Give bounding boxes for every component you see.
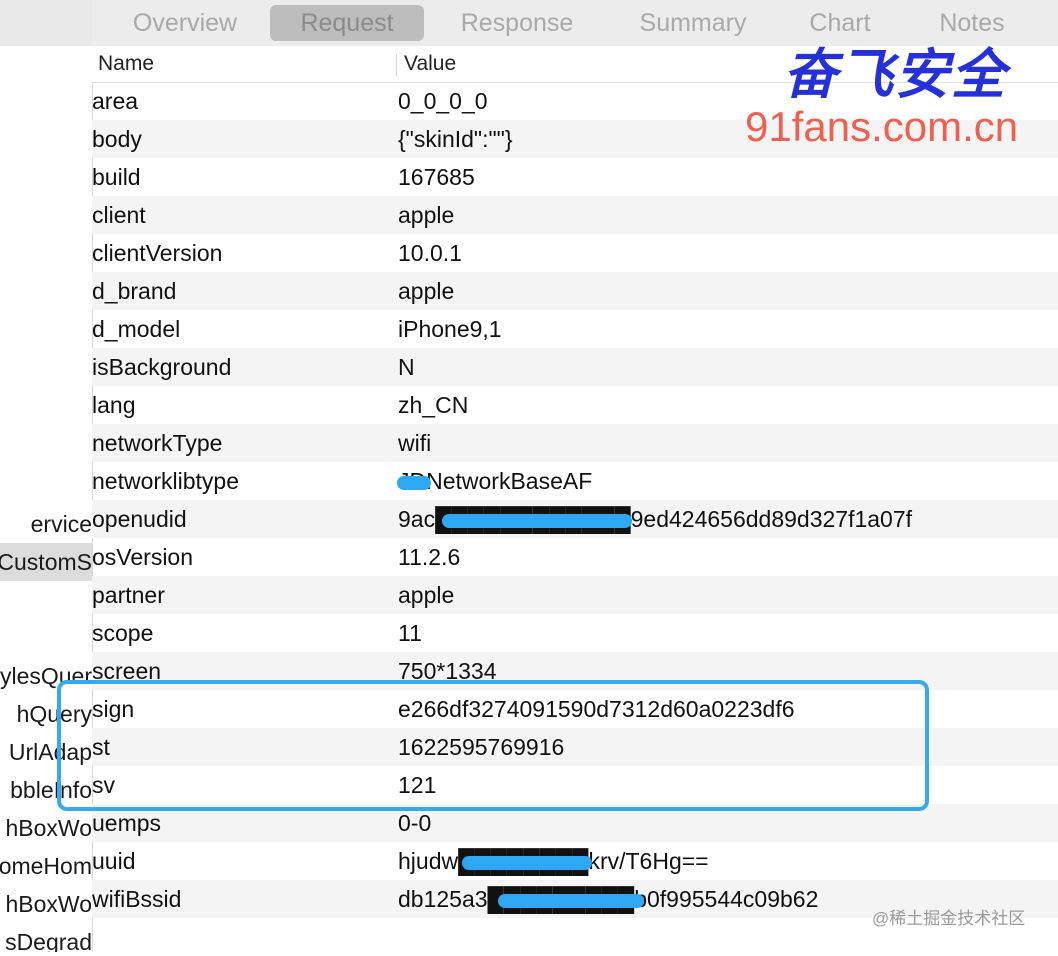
column-header-value[interactable]: Value <box>404 46 456 82</box>
request-list-item[interactable]: hBoxWo <box>0 885 92 923</box>
request-list-item[interactable]: sDegrad <box>0 923 92 952</box>
param-value: 11 <box>398 620 422 646</box>
param-name: scope <box>92 620 154 646</box>
param-name: d_brand <box>92 278 177 304</box>
param-name: lang <box>92 392 136 418</box>
param-value: apple <box>398 202 455 228</box>
param-name: client <box>92 202 146 228</box>
param-name: area <box>92 88 139 114</box>
table-row[interactable]: clientVersion 10.0.1 <box>92 234 1058 272</box>
brand-watermark-url: 91fans.com.cn <box>745 103 1019 150</box>
param-name: openudid <box>92 506 187 532</box>
table-row[interactable]: scope 11 <box>92 614 1058 652</box>
footer-watermark: @稀土掘金技术社区 <box>872 909 1026 928</box>
redaction-mark <box>498 894 644 908</box>
param-value: 0_0_0_0 <box>398 88 488 114</box>
table-row[interactable]: osVersion 11.2.6 <box>92 538 1058 576</box>
request-list-item[interactable]: hBoxWo <box>0 809 92 847</box>
param-value: zh_CN <box>398 392 469 418</box>
request-list-item[interactable]: omeHom <box>0 847 92 885</box>
param-name: isBackground <box>92 354 232 380</box>
table-row[interactable]: networkType wifi <box>92 424 1058 462</box>
param-name: body <box>92 126 142 152</box>
param-name: networkType <box>92 430 223 456</box>
param-value: iPhone9,1 <box>398 316 502 342</box>
request-params-table: Name Value area 0_0_0_0body {"skinId":""} b… <box>92 46 1058 952</box>
table-row[interactable]: networklibtype JDNetworkBaseAF <box>92 462 1058 500</box>
redaction-mark <box>462 856 592 870</box>
param-name: d_model <box>92 316 181 342</box>
param-name: clientVersion <box>92 240 223 266</box>
param-value: 10.0.1 <box>398 240 462 266</box>
brand-watermark-cn: 奋飞安全 <box>783 42 1007 106</box>
redaction-mark <box>442 514 632 528</box>
param-value: {"skinId":""} <box>398 126 513 152</box>
tab-summary[interactable]: Summary <box>620 5 766 41</box>
column-divider[interactable] <box>396 54 397 76</box>
param-name: build <box>92 164 141 190</box>
param-name: networklibtype <box>92 468 240 494</box>
tab-request[interactable]: Request <box>270 5 424 41</box>
table-row[interactable]: partner apple <box>92 576 1058 614</box>
redaction-mark <box>397 476 431 490</box>
table-row[interactable]: d_model iPhone9,1 <box>92 310 1058 348</box>
param-value: 167685 <box>398 164 475 190</box>
request-list-item-selected[interactable]: CustomS <box>0 543 92 581</box>
sidebar-header <box>0 0 92 46</box>
param-name: uuid <box>92 848 136 874</box>
param-value: 11.2.6 <box>398 544 461 570</box>
param-name: osVersion <box>92 544 194 570</box>
tab-response[interactable]: Response <box>442 5 592 41</box>
column-header-name[interactable]: Name <box>98 46 154 82</box>
table-row[interactable]: lang zh_CN <box>92 386 1058 424</box>
table-row[interactable]: client apple <box>92 196 1058 234</box>
param-value: N <box>398 354 415 380</box>
param-name: wifiBssid <box>92 886 182 912</box>
param-value: apple <box>398 582 455 608</box>
param-value: wifi <box>398 430 432 456</box>
table-row[interactable]: d_brand apple <box>92 272 1058 310</box>
table-row[interactable]: build 167685 <box>92 158 1058 196</box>
param-name: partner <box>92 582 165 608</box>
tab-overview[interactable]: Overview <box>114 5 256 41</box>
request-list-item[interactable]: ervice <box>0 505 92 543</box>
table-row[interactable]: isBackground N <box>92 348 1058 386</box>
param-value: apple <box>398 278 455 304</box>
highlight-box <box>57 680 929 811</box>
